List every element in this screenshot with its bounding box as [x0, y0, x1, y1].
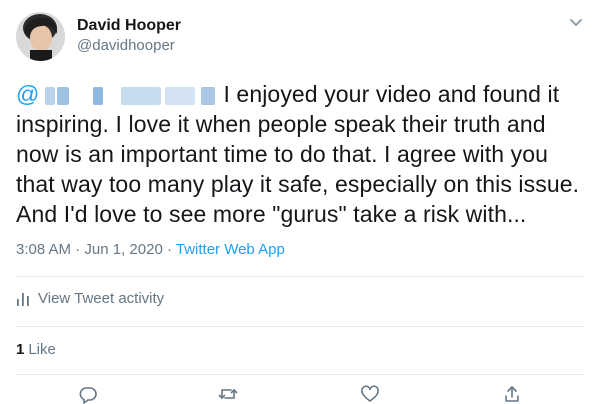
meta-separator-2: ·	[162, 241, 176, 258]
profile-photo	[16, 12, 65, 61]
tweet-text: @ I enjoyed your video and found it insp…	[16, 79, 586, 229]
meta-separator: ·	[71, 241, 85, 258]
heart-icon[interactable]	[360, 384, 380, 404]
share-icon[interactable]	[502, 384, 522, 404]
author-info: David Hooper @davidhooper	[77, 16, 181, 55]
divider	[16, 326, 584, 327]
divider	[16, 276, 584, 277]
reply-icon[interactable]	[78, 384, 98, 404]
mention-prefix: @	[16, 81, 40, 107]
like-label: Like	[28, 341, 56, 358]
retweet-icon[interactable]	[218, 384, 238, 404]
redacted-username	[41, 86, 219, 105]
activity-label: View Tweet activity	[38, 290, 165, 307]
bar-chart-icon	[17, 293, 29, 306]
tweet-source-link[interactable]: Twitter Web App	[176, 241, 285, 258]
tweet-actions	[0, 384, 600, 404]
mention-link[interactable]: @	[16, 81, 223, 107]
likes-count-link[interactable]: 1 Like	[16, 340, 56, 360]
view-tweet-activity-link[interactable]: View Tweet activity	[16, 289, 164, 309]
divider	[16, 374, 584, 375]
author-name[interactable]: David Hooper	[77, 16, 181, 36]
avatar[interactable]	[16, 12, 65, 61]
tweet-meta: 3:08 AM · Jun 1, 2020 · Twitter Web App	[16, 240, 285, 260]
like-count: 1	[16, 341, 25, 358]
chevron-down-icon[interactable]	[568, 14, 584, 30]
tweet-time[interactable]: 3:08 AM	[16, 241, 71, 258]
tweet-date[interactable]: Jun 1, 2020	[84, 241, 162, 258]
author-handle[interactable]: @davidhooper	[77, 36, 181, 55]
